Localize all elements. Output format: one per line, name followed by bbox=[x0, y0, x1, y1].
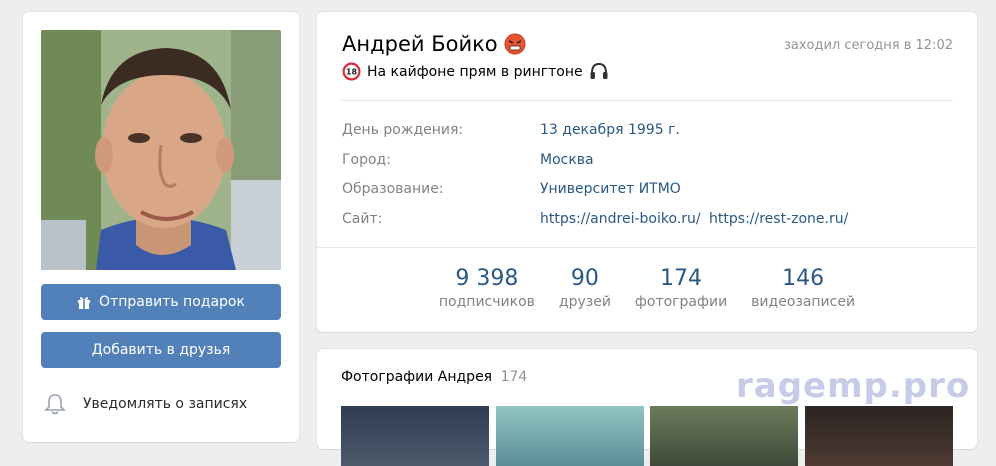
send-gift-button[interactable]: Отправить подарок bbox=[41, 284, 281, 320]
last-seen-status: заходил сегодня в 12:02 bbox=[783, 38, 953, 53]
counter-followers[interactable]: 9 398 подписчиков bbox=[427, 266, 547, 310]
status-text: На кайфоне прям в рингтоне bbox=[367, 63, 583, 80]
education-label: Образование: bbox=[342, 181, 444, 197]
headphones-icon bbox=[590, 62, 608, 79]
counters-divider bbox=[317, 247, 977, 248]
gift-icon bbox=[78, 297, 91, 309]
education-row: Образование: Университет ИТМО bbox=[342, 181, 681, 197]
angry-face-icon bbox=[504, 33, 526, 55]
city-link[interactable]: Москва bbox=[540, 152, 594, 168]
counter-label: подписчиков bbox=[438, 294, 535, 310]
name-row: Андрей Бойко bbox=[342, 32, 526, 56]
bell-icon bbox=[44, 394, 66, 415]
birthday-link[interactable]: 13 декабря 1995 г. bbox=[540, 122, 680, 138]
counter-label: фотографии bbox=[634, 294, 728, 310]
watermark: ragemp.pro bbox=[736, 366, 971, 406]
city-label: Город: bbox=[342, 152, 391, 168]
18-plus-icon: 18 bbox=[342, 62, 361, 81]
counter-photos[interactable]: 174 фотографии bbox=[623, 266, 739, 310]
profile-sidebar-card: Отправить подарок Добавить в друзья Увед… bbox=[23, 12, 299, 442]
site-link-1[interactable]: https://andrei-boiko.ru/ bbox=[540, 211, 701, 227]
counter-value: 90 bbox=[570, 266, 599, 291]
status-text-row[interactable]: 18 На кайфоне прям в рингтоне bbox=[342, 62, 609, 81]
counter-value: 146 bbox=[782, 266, 825, 291]
counter-value: 9 398 bbox=[455, 266, 519, 291]
counter-videos[interactable]: 146 видеозаписей bbox=[739, 266, 867, 310]
photos-title: Фотографии Андрея bbox=[341, 369, 493, 385]
photo-thumbnail[interactable] bbox=[650, 406, 798, 466]
photo-thumbnail[interactable] bbox=[805, 406, 953, 466]
birthday-row: День рождения: 13 декабря 1995 г. bbox=[342, 122, 680, 138]
counter-value: 174 bbox=[660, 266, 703, 291]
add-friend-label: Добавить в друзья bbox=[91, 342, 231, 358]
page-title: Андрей Бойко bbox=[342, 32, 498, 56]
site-link-2[interactable]: https://rest-zone.ru/ bbox=[709, 211, 848, 227]
photo-thumbnail[interactable] bbox=[496, 406, 644, 466]
header-divider bbox=[341, 100, 953, 101]
notify-toggle[interactable]: Уведомлять о записях bbox=[41, 392, 247, 416]
profile-info-card: Андрей Бойко заходил сегодня в 12:02 18 … bbox=[317, 12, 977, 332]
counter-friends[interactable]: 90 друзей bbox=[547, 266, 623, 310]
svg-text:18: 18 bbox=[346, 68, 358, 77]
avatar[interactable] bbox=[41, 30, 281, 270]
send-gift-label: Отправить подарок bbox=[99, 294, 245, 310]
photos-header[interactable]: Фотографии Андрея 174 bbox=[341, 369, 527, 385]
counter-label: друзей bbox=[558, 294, 611, 310]
birthday-label: День рождения: bbox=[342, 122, 464, 138]
site-label: Сайт: bbox=[342, 211, 383, 227]
photos-count: 174 bbox=[500, 369, 528, 385]
notify-label: Уведомлять о записях bbox=[83, 396, 248, 412]
site-row: Сайт: https://andrei-boiko.ru/ https://r… bbox=[342, 211, 848, 227]
counter-label: видеозаписей bbox=[751, 294, 856, 310]
education-link[interactable]: Университет ИТМО bbox=[540, 181, 681, 197]
add-friend-button[interactable]: Добавить в друзья bbox=[41, 332, 281, 368]
city-row: Город: Москва bbox=[342, 152, 594, 168]
counters-bar: 9 398 подписчиков 90 друзей 174 фотограф… bbox=[317, 266, 977, 310]
photo-thumbnail[interactable] bbox=[341, 406, 489, 466]
